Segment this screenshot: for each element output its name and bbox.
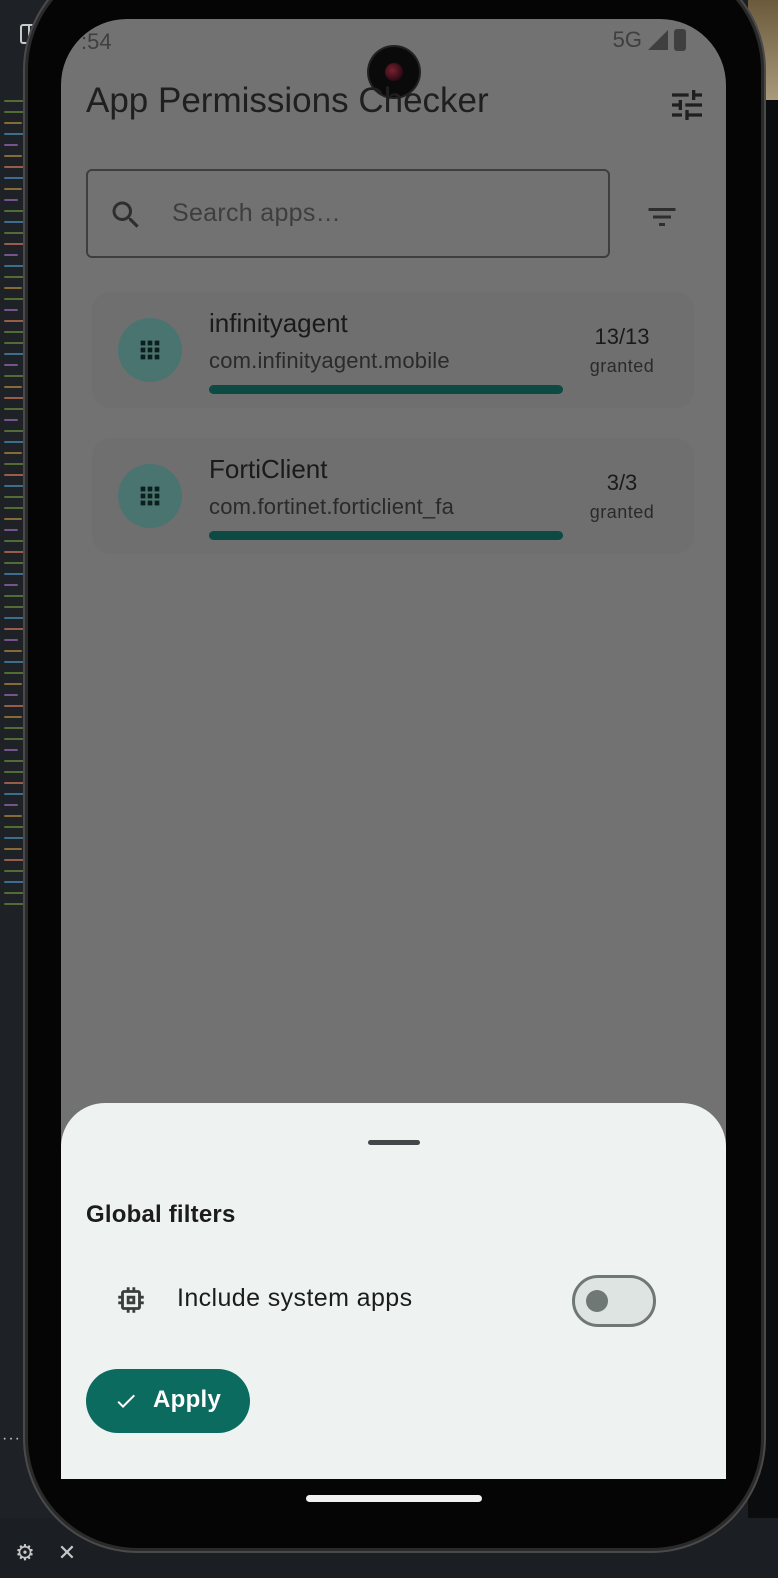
global-filters-sheet: Global filters Include system apps Apply	[61, 1103, 726, 1479]
permission-count: 13/13	[594, 324, 650, 349]
permission-count: 3/3	[606, 470, 638, 495]
permission-progress-bar	[209, 531, 563, 540]
app-avatar	[118, 318, 182, 382]
permission-progress-bar	[209, 385, 563, 394]
permission-progress-fill	[209, 531, 563, 540]
filter-icon[interactable]	[644, 199, 680, 235]
apply-label: Apply	[153, 1386, 222, 1413]
permission-status: granted	[589, 502, 655, 522]
grid-icon	[140, 340, 160, 360]
battery-icon	[674, 29, 686, 51]
grid-icon	[140, 486, 160, 506]
app-name: FortiClient	[209, 454, 328, 484]
app-package: com.infinityagent.mobile	[209, 348, 450, 373]
app-avatar	[118, 464, 182, 528]
status-indicators: 5G	[613, 27, 686, 53]
include-system-apps-toggle[interactable]	[572, 1275, 656, 1327]
chip-icon	[118, 1287, 144, 1313]
app-list-item[interactable]: infinityagent com.infinityagent.mobile 1…	[92, 292, 694, 408]
home-indicator[interactable]	[306, 1495, 482, 1502]
gear-icon[interactable]: ⚙	[12, 1540, 38, 1566]
close-icon[interactable]: ✕	[56, 1540, 78, 1566]
permission-status: granted	[589, 356, 655, 376]
more-icon[interactable]: ···	[2, 1430, 21, 1448]
include-system-apps-label: Include system apps	[177, 1284, 413, 1312]
apply-button[interactable]: Apply	[86, 1369, 250, 1433]
permission-progress-fill	[209, 385, 563, 394]
app-name: infinityagent	[209, 308, 348, 338]
search-placeholder: Search apps…	[172, 199, 341, 227]
toggle-knob	[586, 1290, 608, 1312]
status-time: :54	[81, 29, 112, 54]
check-icon	[117, 1394, 135, 1408]
phone-screen: :54 5G App Permissions Checker Search ap…	[61, 19, 726, 1479]
page-title: App Permissions Checker	[86, 81, 489, 120]
drag-handle[interactable]	[368, 1140, 420, 1145]
search-icon	[112, 201, 139, 228]
app-list-item[interactable]: FortiClient com.fortinet.forticlient_fa …	[92, 438, 694, 554]
tune-icon[interactable]	[667, 85, 707, 125]
app-package: com.fortinet.forticlient_fa	[209, 494, 455, 519]
network-type: 5G	[612, 27, 642, 52]
search-input[interactable]: Search apps…	[86, 169, 610, 258]
sheet-title: Global filters	[86, 1201, 236, 1228]
signal-icon	[648, 30, 668, 50]
